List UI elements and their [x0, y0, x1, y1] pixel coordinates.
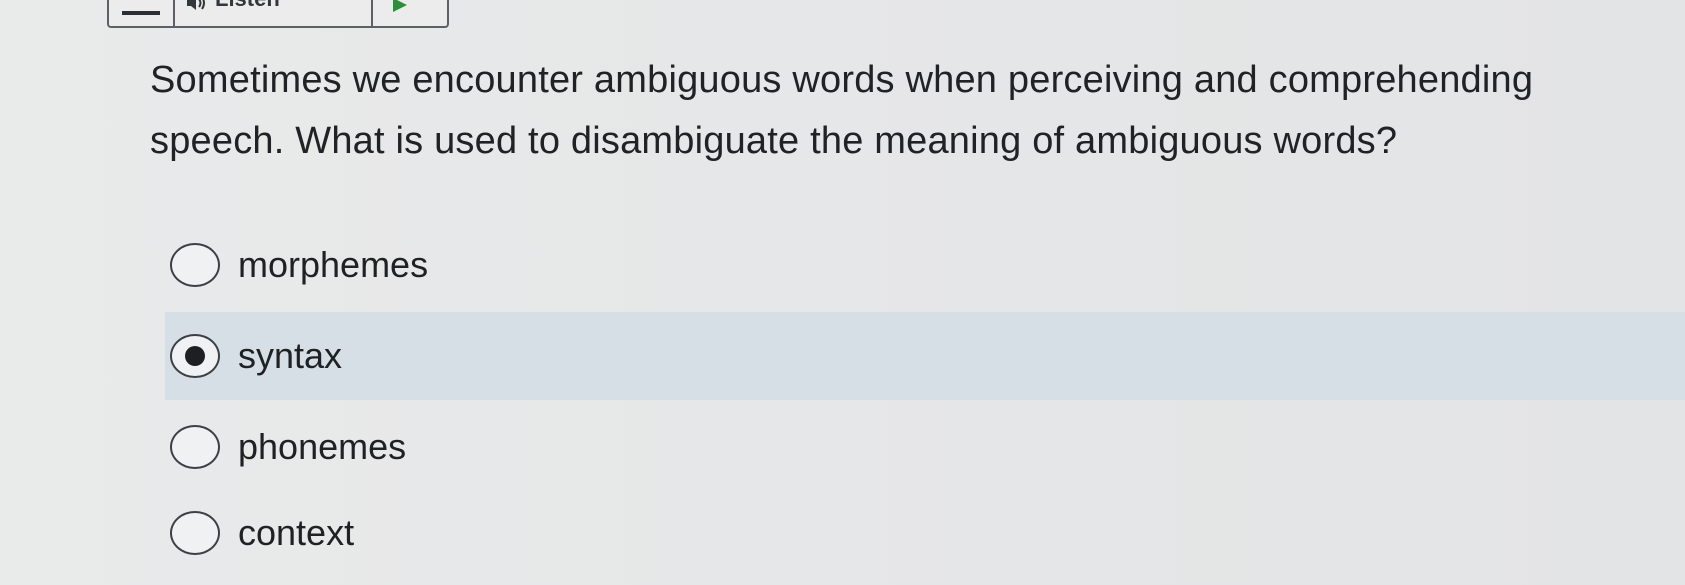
radio-button-syntax[interactable]	[170, 334, 220, 378]
radio-button-phonemes[interactable]	[170, 425, 220, 469]
answer-options: morphemes syntax phonemes context	[165, 222, 1685, 576]
speaker-icon	[187, 0, 205, 10]
option-label: morphemes	[238, 244, 429, 285]
option-syntax[interactable]: syntax	[165, 308, 1685, 404]
menu-button[interactable]	[109, 0, 175, 26]
radio-button-context[interactable]	[170, 511, 220, 555]
menu-icon	[122, 11, 160, 15]
option-phonemes[interactable]: phonemes	[165, 404, 1685, 490]
toolbar: Listen	[107, 0, 449, 28]
option-label: context	[238, 512, 355, 553]
option-morphemes[interactable]: morphemes	[165, 222, 1685, 308]
listen-label: Listen	[215, 0, 280, 12]
listen-button[interactable]: Listen	[175, 0, 373, 26]
play-button[interactable]	[373, 0, 447, 26]
radio-button-morphemes[interactable]	[170, 243, 220, 287]
play-icon	[393, 0, 407, 12]
radio-selected-dot	[185, 346, 205, 366]
option-label: syntax	[238, 335, 343, 376]
question-text: Sometimes we encounter ambiguous words w…	[150, 59, 1534, 162]
option-label: phonemes	[238, 426, 407, 467]
option-context[interactable]: context	[165, 490, 1685, 576]
